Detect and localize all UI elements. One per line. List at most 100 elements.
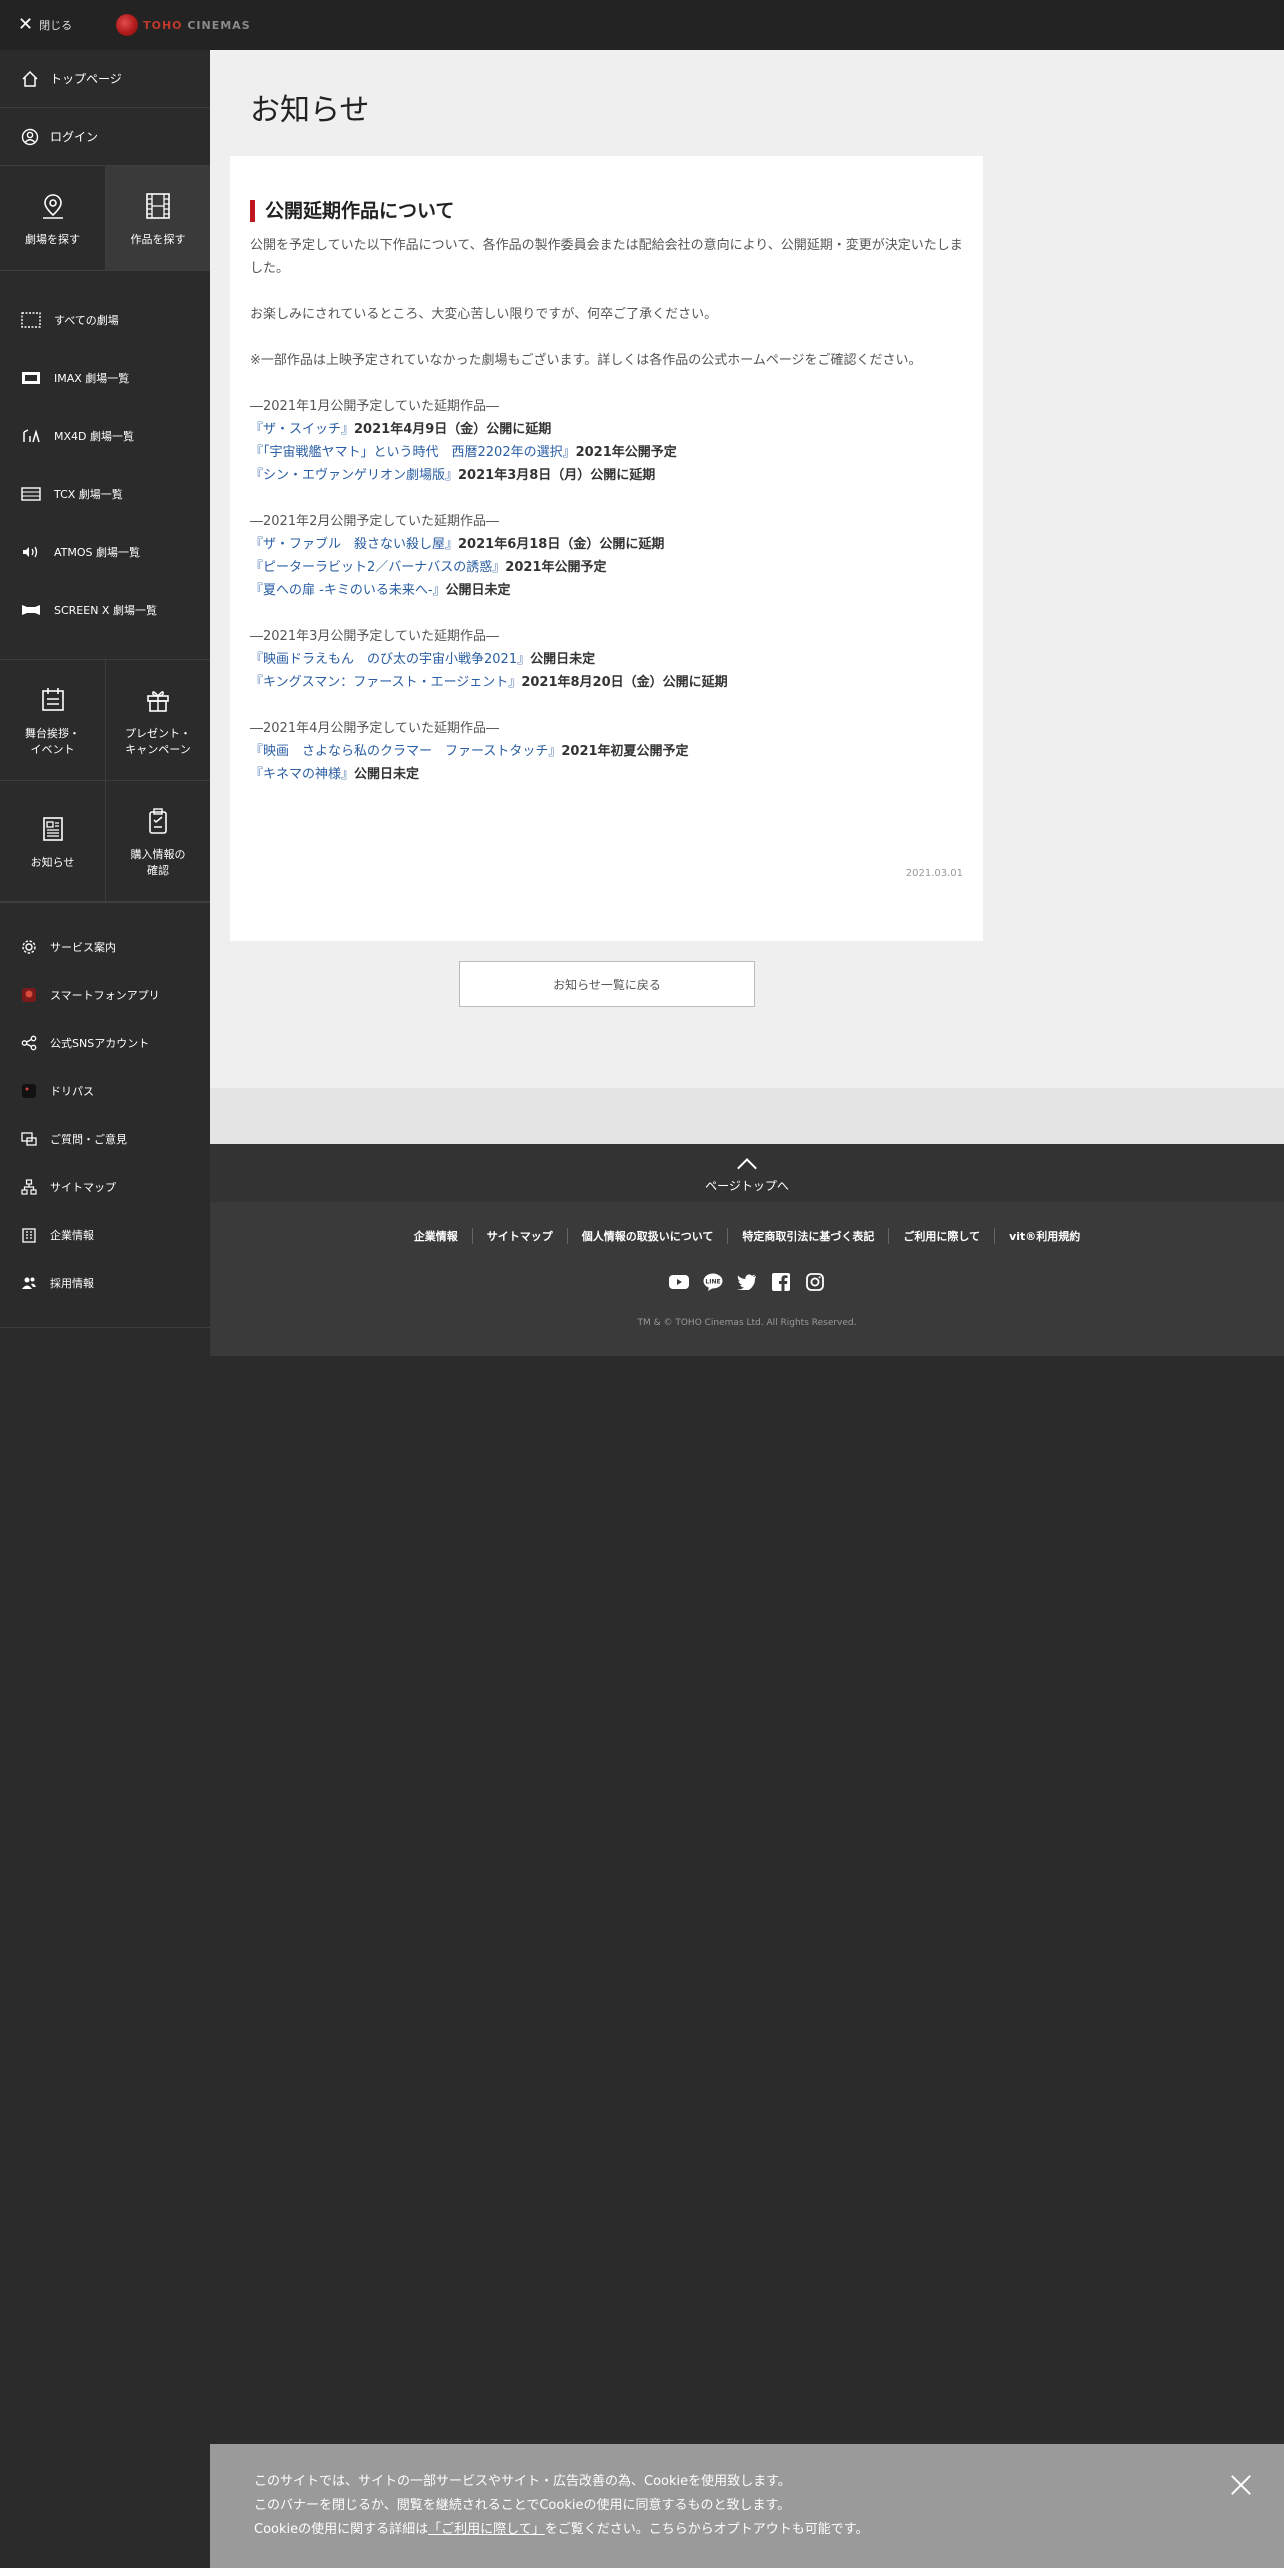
home-icon	[20, 69, 40, 89]
instagram-icon[interactable]	[805, 1272, 825, 1292]
facebook-icon[interactable]	[771, 1272, 791, 1292]
sidebar-item-app[interactable]: スマートフォンアプリ	[0, 971, 210, 1019]
back-to-news-list-button[interactable]: お知らせ一覧に戻る	[459, 961, 755, 1007]
cookie-close-button[interactable]	[1228, 2472, 1254, 2498]
cookie-text-line: Cookieの使用に関する詳細は「ご利用に際して」をご覧ください。こちらからオプ…	[254, 2518, 1284, 2542]
sidebar-item-sns[interactable]: 公式SNSアカウント	[0, 1019, 210, 1067]
twitter-icon[interactable]	[737, 1272, 757, 1292]
footer-spacer	[210, 1088, 1284, 1144]
cookie-text-post: をご覧ください。こちらからオプトアウトも可能です。	[544, 2522, 869, 2537]
release-note: 公開日未定	[445, 583, 511, 598]
sidebar-item-all-theaters[interactable]: すべての劇場	[0, 291, 210, 349]
sidebar-item-company[interactable]: 企業情報	[0, 1211, 210, 1259]
logo-text-grey: CINEMAS	[182, 18, 251, 32]
footer-links: 企業情報 サイトマップ 個人情報の取扱いについて 特定商取引法に基づく表記 ご利…	[210, 1228, 1284, 1244]
tab-find-theater[interactable]: 劇場を探す	[0, 166, 105, 270]
footer-link-sitemap[interactable]: サイトマップ	[471, 1228, 567, 1244]
sidebar-item-label: トップページ	[50, 72, 122, 86]
sidebar-item-atmos[interactable]: ATMOS 劇場一覧	[0, 523, 210, 581]
youtube-icon[interactable]	[669, 1272, 689, 1292]
release-note: 公開日未定	[354, 767, 420, 782]
movie-link[interactable]: 『夏への扉 -キミのいる未来へ-』	[250, 583, 446, 598]
close-menu-button[interactable]: ✕ 閉じる	[18, 16, 72, 34]
sidebar-item-services[interactable]: サービス案内	[0, 923, 210, 971]
service-list: サービス案内 スマートフォンアプリ 公式SNSアカウント ドリパス ご質問・ご意…	[0, 902, 210, 1328]
movie-link[interactable]: 『シン・エヴァンゲリオン劇場版』	[250, 468, 458, 483]
footer-link-terms[interactable]: ご利用に際して	[888, 1228, 994, 1244]
movie-link[interactable]: 『ピーターラビット2／バーナバスの誘惑』	[250, 560, 505, 575]
sidebar-item-news[interactable]: お知らせ	[0, 781, 105, 901]
toho-cinemas-logo[interactable]: TOHO CINEMAS	[116, 14, 251, 36]
sidebar-item-dreampass[interactable]: ドリパス	[0, 1067, 210, 1115]
sidebar-item-tcx[interactable]: TCX 劇場一覧	[0, 465, 210, 523]
line-icon[interactable]: LINE	[703, 1272, 723, 1292]
sidebar-item-imax[interactable]: IMAX 劇場一覧	[0, 349, 210, 407]
cookie-terms-link[interactable]: 「ご利用に際して」	[428, 2522, 545, 2537]
footer-link-vit-terms[interactable]: vit®利用規約	[994, 1228, 1094, 1244]
tcx-icon	[20, 485, 42, 503]
logo-text-red: TOHO	[143, 18, 183, 32]
article-paragraph: ※一部作品は上映予定されていなかった劇場もございます。詳しくは各作品の公式ホーム…	[250, 353, 922, 368]
release-note: 公開日未定	[530, 652, 596, 667]
sidebar-item-screenx[interactable]: SCREEN X 劇場一覧	[0, 581, 210, 639]
sidebar-item-label: スマートフォンアプリ	[50, 989, 160, 1002]
sidebar-item-purchase-info[interactable]: 購入情報の 確認	[105, 781, 210, 901]
movie-link[interactable]: 『映画 さよなら私のクラマー ファーストタッチ』	[250, 744, 561, 759]
sidebar-item-events[interactable]: 舞台挨拶・ イベント	[0, 660, 105, 780]
sidebar-item-label: ドリパス	[50, 1085, 94, 1098]
app-icon	[20, 986, 38, 1004]
movie-line: 『ザ・ファブル 殺さない殺し屋』2021年6月18日（金）公開に延期	[250, 533, 963, 556]
footer-link-company[interactable]: 企業情報	[400, 1228, 472, 1244]
close-icon: ✕	[18, 14, 34, 35]
movie-line: 『映画ドラえもん のび太の宇宙小戦争2021』公開日未定	[250, 648, 963, 671]
movie-line: 『ザ・スイッチ』2021年4月9日（金）公開に延期	[250, 418, 963, 441]
sidebar-item-login[interactable]: ログイン	[0, 108, 210, 166]
screenx-icon	[20, 601, 42, 619]
logo-mark-icon	[116, 14, 139, 36]
sidebar-item-presents[interactable]: プレゼント・ キャンペーン	[105, 660, 210, 780]
postponed-section-march: ―2021年3月公開予定していた延期作品― 『映画ドラえもん のび太の宇宙小戦争…	[250, 625, 963, 694]
cookie-banner: このサイトでは、サイトの一部サービスやサイト・広告改善の為、Cookieを使用致…	[210, 2444, 1284, 2568]
tab-find-movie[interactable]: 作品を探す	[105, 166, 210, 270]
movie-line: 『「宇宙戦艦ヤマト」という時代 西暦2202年の選択』2021年公開予定	[250, 441, 963, 464]
sidebar-item-label: TCX 劇場一覧	[54, 488, 123, 501]
article-date: 2021.03.01	[905, 868, 963, 879]
movie-link[interactable]: 『キングスマン：ファースト・エージェント』	[250, 675, 521, 690]
copyright: TM & © TOHO Cinemas Ltd. All Rights Rese…	[637, 1318, 857, 1328]
section-heading: ―2021年4月公開予定していた延期作品―	[250, 721, 499, 736]
clipboard-icon	[141, 804, 175, 838]
release-note: 2021年3月8日（月）公開に延期	[458, 468, 656, 483]
sidebar-item-sitemap[interactable]: サイトマップ	[0, 1163, 210, 1211]
cookie-text-line: このバナーを閉じるか、閲覧を継続されることでCookieの使用に同意するものと致…	[254, 2498, 791, 2513]
movie-link[interactable]: 『キネマの神様』	[250, 767, 354, 782]
sidebar-item-mx4d[interactable]: MX4D 劇場一覧	[0, 407, 210, 465]
movie-link[interactable]: 『映画ドラえもん のび太の宇宙小戦争2021』	[250, 652, 530, 667]
mx4d-icon	[20, 427, 42, 445]
article-paragraph: 公開を予定していた以下作品について、各作品の製作委員会または配給会社の意向により…	[250, 238, 963, 276]
sidebar-item-label: サービス案内	[50, 941, 116, 954]
sidebar-item-label: ご質問・ご意見	[50, 1133, 127, 1146]
page-top-button[interactable]: ページトップへ	[210, 1144, 1284, 1202]
footer-link-privacy[interactable]: 個人情報の取扱いについて	[566, 1228, 728, 1244]
gear-icon	[20, 938, 38, 956]
close-label: 閉じる	[39, 19, 73, 32]
cell-label: 購入情報の 確認	[130, 848, 186, 877]
release-note: 2021年4月9日（金）公開に延期	[354, 422, 552, 437]
sidebar-item-top[interactable]: トップページ	[0, 50, 210, 108]
page-background	[210, 1356, 1284, 2444]
movie-link[interactable]: 『ザ・スイッチ』	[250, 422, 354, 437]
page-title: お知らせ	[250, 93, 370, 128]
sidebar-item-inquiry[interactable]: ご質問・ご意見	[0, 1115, 210, 1163]
movie-link[interactable]: 『「宇宙戦艦ヤマト」という時代 西暦2202年の選択』	[250, 445, 576, 460]
gift-icon	[141, 683, 175, 717]
postponed-section-february: ―2021年2月公開予定していた延期作品― 『ザ・ファブル 殺さない殺し屋』20…	[250, 510, 963, 602]
movie-link[interactable]: 『ザ・ファブル 殺さない殺し屋』	[250, 537, 458, 552]
section-heading: ―2021年3月公開予定していた延期作品―	[250, 629, 499, 644]
svg-text:LINE: LINE	[705, 1279, 720, 1286]
cookie-text-line: このサイトでは、サイトの一部サービスやサイト・広告改善の為、Cookieを使用致…	[254, 2474, 791, 2489]
sidebar-item-recruit[interactable]: 採用情報	[0, 1259, 210, 1307]
search-tabs: 劇場を探す 作品を探す	[0, 166, 210, 271]
sidebar-item-label: サイトマップ	[50, 1181, 116, 1194]
article-paragraph: お楽しみにされているところ、大変心苦しい限りですが、何卒ご了承ください。	[250, 307, 718, 322]
footer-link-commerce-law[interactable]: 特定商取引法に基づく表記	[727, 1228, 888, 1244]
